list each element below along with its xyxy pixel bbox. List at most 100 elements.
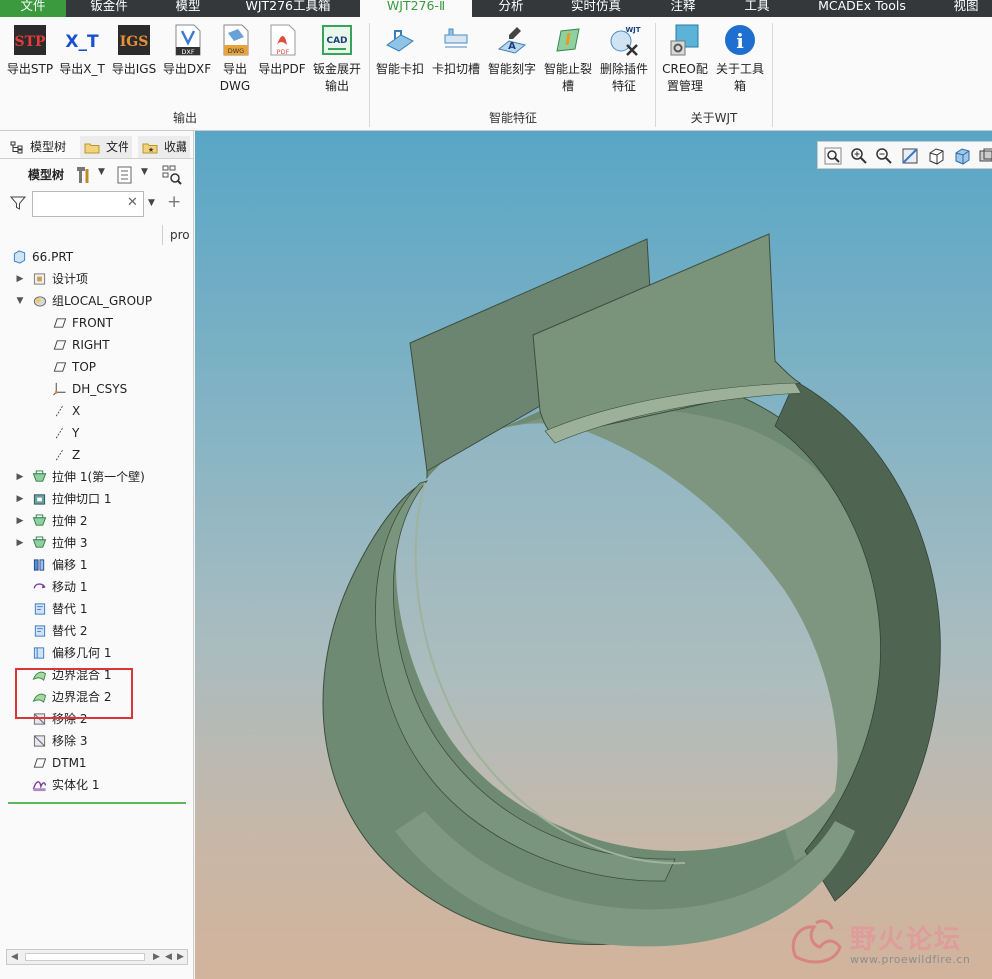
clear-search-icon[interactable]: ✕: [127, 195, 138, 210]
relief-icon: [556, 28, 580, 52]
smart-relief-button[interactable]: 智能止裂 槽: [540, 21, 596, 95]
tree-item[interactable]: 实体化 1: [0, 774, 190, 796]
scroll-right-icon[interactable]: ▶: [153, 950, 160, 964]
tree-item[interactable]: FRONT: [0, 312, 190, 334]
tree-item[interactable]: ▶ 拉伸 2: [0, 510, 190, 532]
expand-arrow-icon[interactable]: ▶: [15, 466, 25, 488]
creo-config-button[interactable]: CREO配 置管理: [658, 21, 712, 95]
settings-dropdown-chevron-icon[interactable]: ▼: [98, 167, 105, 177]
tree-item[interactable]: Z: [0, 444, 190, 466]
tree-item-label: 组LOCAL_GROUP: [52, 294, 153, 308]
tree-item[interactable]: 66.PRT: [0, 246, 190, 268]
export-stp-button[interactable]: STP 导出STP: [4, 21, 56, 78]
horizontal-scrollbar[interactable]: ◀ ▶ ◀ ▶: [6, 949, 188, 965]
panel-tab-favorites[interactable]: ★ 收藏: [138, 136, 190, 158]
tree-item[interactable]: 替代 2: [0, 620, 190, 642]
group-separator: [772, 23, 773, 127]
axis-icon: [55, 449, 64, 461]
collapse-arrow-icon[interactable]: ▼: [15, 290, 25, 312]
tree-item[interactable]: 替代 1: [0, 598, 190, 620]
snap-icon: [386, 30, 414, 52]
tab-model[interactable]: 模型: [160, 0, 216, 17]
tree-item[interactable]: 偏移 1: [0, 554, 190, 576]
scroll-left-end-icon[interactable]: ◀: [165, 950, 172, 964]
export-igs-button[interactable]: IGS 导出IGS: [108, 21, 160, 78]
tree-item[interactable]: RIGHT: [0, 334, 190, 356]
tree-item[interactable]: ▶ 设计项: [0, 268, 190, 290]
tree-item[interactable]: 移动 1: [0, 576, 190, 598]
tree-item-label: 边界混合 1: [52, 668, 112, 682]
add-filter-icon[interactable]: +: [167, 192, 181, 212]
tab-analysis[interactable]: 分析: [484, 0, 538, 17]
export-dxf-button[interactable]: DXF 导出DXF: [160, 21, 214, 78]
insert-here-indicator[interactable]: [8, 802, 186, 804]
svg-text:PDF: PDF: [277, 48, 290, 56]
tab-view[interactable]: 视图: [940, 0, 992, 17]
solidify-icon: [32, 781, 47, 792]
scroll-right-end-icon[interactable]: ▶: [177, 950, 184, 964]
export-dwg-button[interactable]: DWG 导出 DWG: [214, 21, 256, 95]
tree-item[interactable]: 边界混合 2: [0, 686, 190, 708]
scroll-left-icon[interactable]: ◀: [11, 950, 18, 964]
settings-tools-icon[interactable]: [74, 165, 92, 185]
expand-arrow-icon[interactable]: ▶: [15, 268, 25, 290]
expand-arrow-icon[interactable]: ▶: [15, 510, 25, 532]
panel-tab-model-tree[interactable]: 模型树: [6, 136, 74, 158]
tree-item[interactable]: TOP: [0, 356, 190, 378]
expand-arrow-icon[interactable]: ▶: [15, 532, 25, 554]
tree-search-bar: ✕ ▼ +: [0, 189, 194, 219]
cad-unfold-icon: CAD: [322, 25, 352, 55]
tab-realtime-sim[interactable]: 实时仿真: [558, 0, 634, 17]
forum-watermark: 野火论坛 www.proewildfire.cn: [780, 911, 992, 971]
delete-feature-icon: WJT: [610, 26, 641, 56]
tree-item-label: 拉伸 1(第一个壁): [52, 470, 145, 484]
smart-engrave-label: 智能刻字: [487, 62, 536, 76]
expand-arrow-icon[interactable]: ▶: [15, 488, 25, 510]
svg-text:DWG: DWG: [228, 47, 244, 55]
search-options-chevron-icon[interactable]: ▼: [148, 198, 155, 208]
tab-file[interactable]: 文件: [0, 0, 66, 17]
tab-mcadex-tools[interactable]: MCADEx Tools: [804, 0, 920, 17]
remove-icon: [33, 713, 46, 725]
tree-item-label: 拉伸切口 1: [52, 492, 112, 506]
export-pdf-button[interactable]: PDF 导出PDF: [256, 21, 308, 78]
tree-item[interactable]: ▶ 拉伸切口 1: [0, 488, 190, 510]
export-xt-button[interactable]: X_T 导出X_T: [56, 21, 108, 78]
tree-item[interactable]: DTM1: [0, 752, 190, 774]
about-toolbox-button[interactable]: i 关于工具 箱: [712, 21, 768, 95]
tab-wjt276-ii[interactable]: WJT276-Ⅱ: [360, 0, 472, 17]
tree-item[interactable]: DH_CSYS: [0, 378, 190, 400]
tree-item[interactable]: ▼ 组LOCAL_GROUP: [0, 290, 190, 312]
tree-item[interactable]: 移除 3: [0, 730, 190, 752]
show-dropdown-chevron-icon[interactable]: ▼: [141, 167, 148, 177]
tab-annotate[interactable]: 注释: [656, 0, 710, 17]
delete-plugin-feature-button[interactable]: WJT 删除插件 特征: [596, 21, 652, 95]
tree-item[interactable]: 移除 2: [0, 708, 190, 730]
tree-item[interactable]: Y: [0, 422, 190, 444]
tab-sheetmetal[interactable]: 钣金件: [74, 0, 144, 17]
smart-engrave-button[interactable]: A 智能刻字: [484, 21, 540, 78]
tree-item[interactable]: X: [0, 400, 190, 422]
group-separator: [369, 23, 370, 127]
tree-item[interactable]: ▶ 拉伸 3: [0, 532, 190, 554]
graphics-viewport[interactable]: 野火论坛 www.proewildfire.cn: [195, 131, 992, 979]
panel-tab-files[interactable]: 文件: [80, 136, 132, 158]
tab-wjt276-toolbox[interactable]: WJT276工具箱: [232, 0, 344, 17]
snap-slot-button[interactable]: 卡扣切槽: [428, 21, 484, 78]
tree-item[interactable]: ▶ 拉伸 1(第一个壁): [0, 466, 190, 488]
column-header[interactable]: pro: [162, 225, 194, 245]
tab-tools[interactable]: 工具: [730, 0, 784, 17]
sheetmetal-unfold-button[interactable]: CAD 钣金展开 输出: [308, 21, 366, 95]
show-list-icon[interactable]: [117, 166, 133, 184]
filter-funnel-icon[interactable]: [10, 195, 26, 211]
tree-item-label: TOP: [72, 360, 97, 374]
tree-filter-settings-icon[interactable]: [162, 165, 182, 185]
smart-snap-button[interactable]: 智能卡扣: [372, 21, 428, 78]
sheet-metal-clamp-model[interactable]: [195, 131, 992, 979]
tree-item[interactable]: 边界混合 1: [0, 664, 190, 686]
design-items-icon: [33, 273, 46, 285]
tree-item-label: 实体化 1: [52, 778, 100, 792]
scrollbar-track[interactable]: [25, 953, 145, 961]
tree-item[interactable]: 偏移几何 1: [0, 642, 190, 664]
replace-icon: [34, 625, 46, 637]
